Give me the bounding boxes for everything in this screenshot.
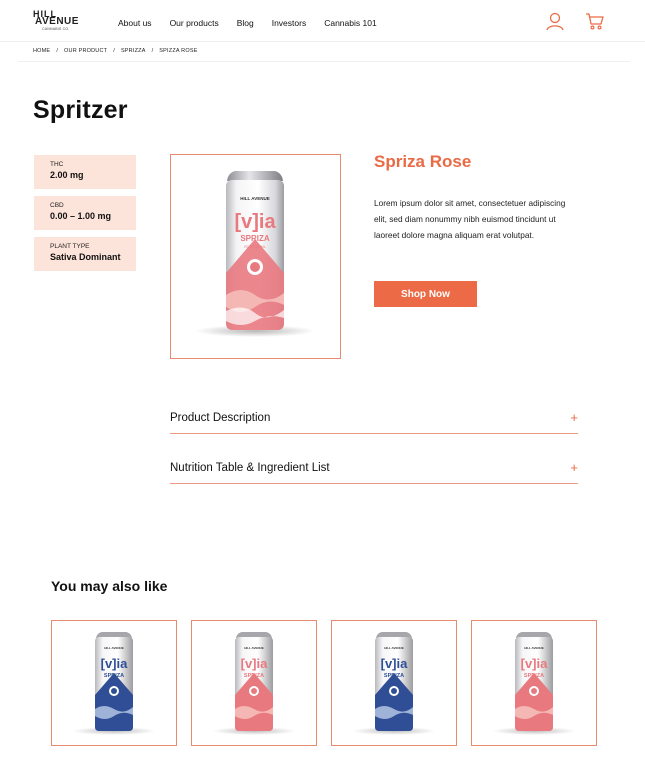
spec-cbd: CBD 0.00 – 1.00 mg: [34, 196, 136, 230]
spec-value: 0.00 – 1.00 mg: [50, 211, 112, 221]
spec-value: Sativa Dominant: [50, 252, 121, 262]
can-brand: [v]ia: [521, 656, 549, 671]
page-title: Spritzer: [33, 96, 128, 124]
expand-icon[interactable]: +: [570, 460, 578, 475]
related-product-card[interactable]: HILL AVENUE [v]ia SPRIZA: [191, 620, 317, 746]
breadcrumb-separator: /: [56, 48, 59, 54]
spec-thc: THC 2.00 mg: [34, 155, 136, 189]
spec-plant-type: PLANT TYPE Sativa Dominant: [34, 237, 136, 271]
related-can-image: HILL AVENUE [v]ia SPRIZA: [72, 632, 156, 735]
related-can-image: HILL AVENUE [v]ia SPRIZA: [492, 632, 576, 735]
spec-label: THC: [50, 161, 64, 168]
nav-investors[interactable]: Investors: [272, 18, 307, 28]
product-can-image: HILL AVENUE [v]ia SPRIZA ROSE 355ML: [195, 171, 315, 337]
nav-cannabis-101[interactable]: Cannabis 101: [324, 18, 376, 28]
product-name: Spriza Rose: [374, 152, 472, 171]
can-product-name: SPRIZA: [384, 673, 404, 679]
nav-about-us[interactable]: About us: [118, 18, 152, 28]
divider: [18, 61, 630, 62]
can-brand: [v]ia: [234, 211, 276, 233]
spec-label: CBD: [50, 202, 64, 209]
can-maker: HILL AVENUE: [524, 646, 544, 650]
logo-line-3: CANNABIS CO.: [42, 27, 70, 31]
can-maker: HILL AVENUE: [244, 646, 264, 650]
shop-now-button[interactable]: Shop Now: [374, 281, 477, 307]
accordion-title: Nutrition Table & Ingredient List: [170, 462, 330, 474]
accordion-title: Product Description: [170, 412, 271, 424]
user-icon[interactable]: [545, 11, 565, 31]
breadcrumb-our-product[interactable]: OUR PRODUCT: [64, 48, 107, 54]
can-product-name: SPRIZA: [104, 673, 124, 679]
cart-icon[interactable]: [585, 11, 605, 31]
can-maker: HILL AVENUE: [384, 646, 404, 650]
related-can-image: HILL AVENUE [v]ia SPRIZA: [352, 632, 436, 735]
related-product-card[interactable]: HILL AVENUE [v]ia SPRIZA: [471, 620, 597, 746]
related-can-image: HILL AVENUE [v]ia SPRIZA: [212, 632, 296, 735]
main-nav: About us Our products Blog Investors Can…: [118, 18, 395, 28]
breadcrumb-separator: /: [151, 48, 154, 54]
product-image: HILL AVENUE [v]ia SPRIZA ROSE 355ML: [170, 154, 341, 359]
nav-blog[interactable]: Blog: [237, 18, 254, 28]
can-product-name: SPRIZA: [524, 673, 544, 679]
spec-label: PLANT TYPE: [50, 243, 90, 250]
related-product-card[interactable]: HILL AVENUE [v]ia SPRIZA: [51, 620, 177, 746]
accordion-nutrition-table[interactable]: Nutrition Table & Ingredient List +: [170, 454, 578, 484]
breadcrumb-home[interactable]: HOME: [33, 48, 50, 54]
site-header: HILL AVENUE CANNABIS CO. About us Our pr…: [0, 0, 645, 42]
accordion-product-description[interactable]: Product Description +: [170, 404, 578, 434]
can-brand: [v]ia: [241, 656, 269, 671]
can-maker: HILL AVENUE: [240, 196, 269, 201]
related-title: You may also like: [51, 578, 168, 594]
logo-line-2: AVENUE: [35, 16, 79, 27]
can-product-name: SPRIZA: [240, 234, 270, 243]
spec-value: 2.00 mg: [50, 170, 84, 180]
product-description: Lorem ipsum dolor sit amet, consectetuer…: [374, 198, 566, 240]
brand-logo[interactable]: HILL AVENUE CANNABIS CO.: [33, 9, 83, 33]
can-brand: [v]ia: [381, 656, 409, 671]
can-sub: ROSE 355ML: [244, 245, 266, 249]
breadcrumb-sprizza[interactable]: SPRIZZA: [121, 48, 146, 54]
breadcrumb: HOME / OUR PRODUCT / SPRIZZA / SPIZZA RO…: [33, 48, 198, 54]
expand-icon[interactable]: +: [570, 410, 578, 425]
breadcrumb-current: SPIZZA ROSE: [159, 48, 198, 54]
nav-our-products[interactable]: Our products: [170, 18, 219, 28]
breadcrumb-separator: /: [113, 48, 115, 54]
related-product-card[interactable]: HILL AVENUE [v]ia SPRIZA: [331, 620, 457, 746]
can-brand: [v]ia: [101, 656, 129, 671]
can-product-name: SPRIZA: [244, 673, 264, 679]
can-maker: HILL AVENUE: [104, 646, 124, 650]
